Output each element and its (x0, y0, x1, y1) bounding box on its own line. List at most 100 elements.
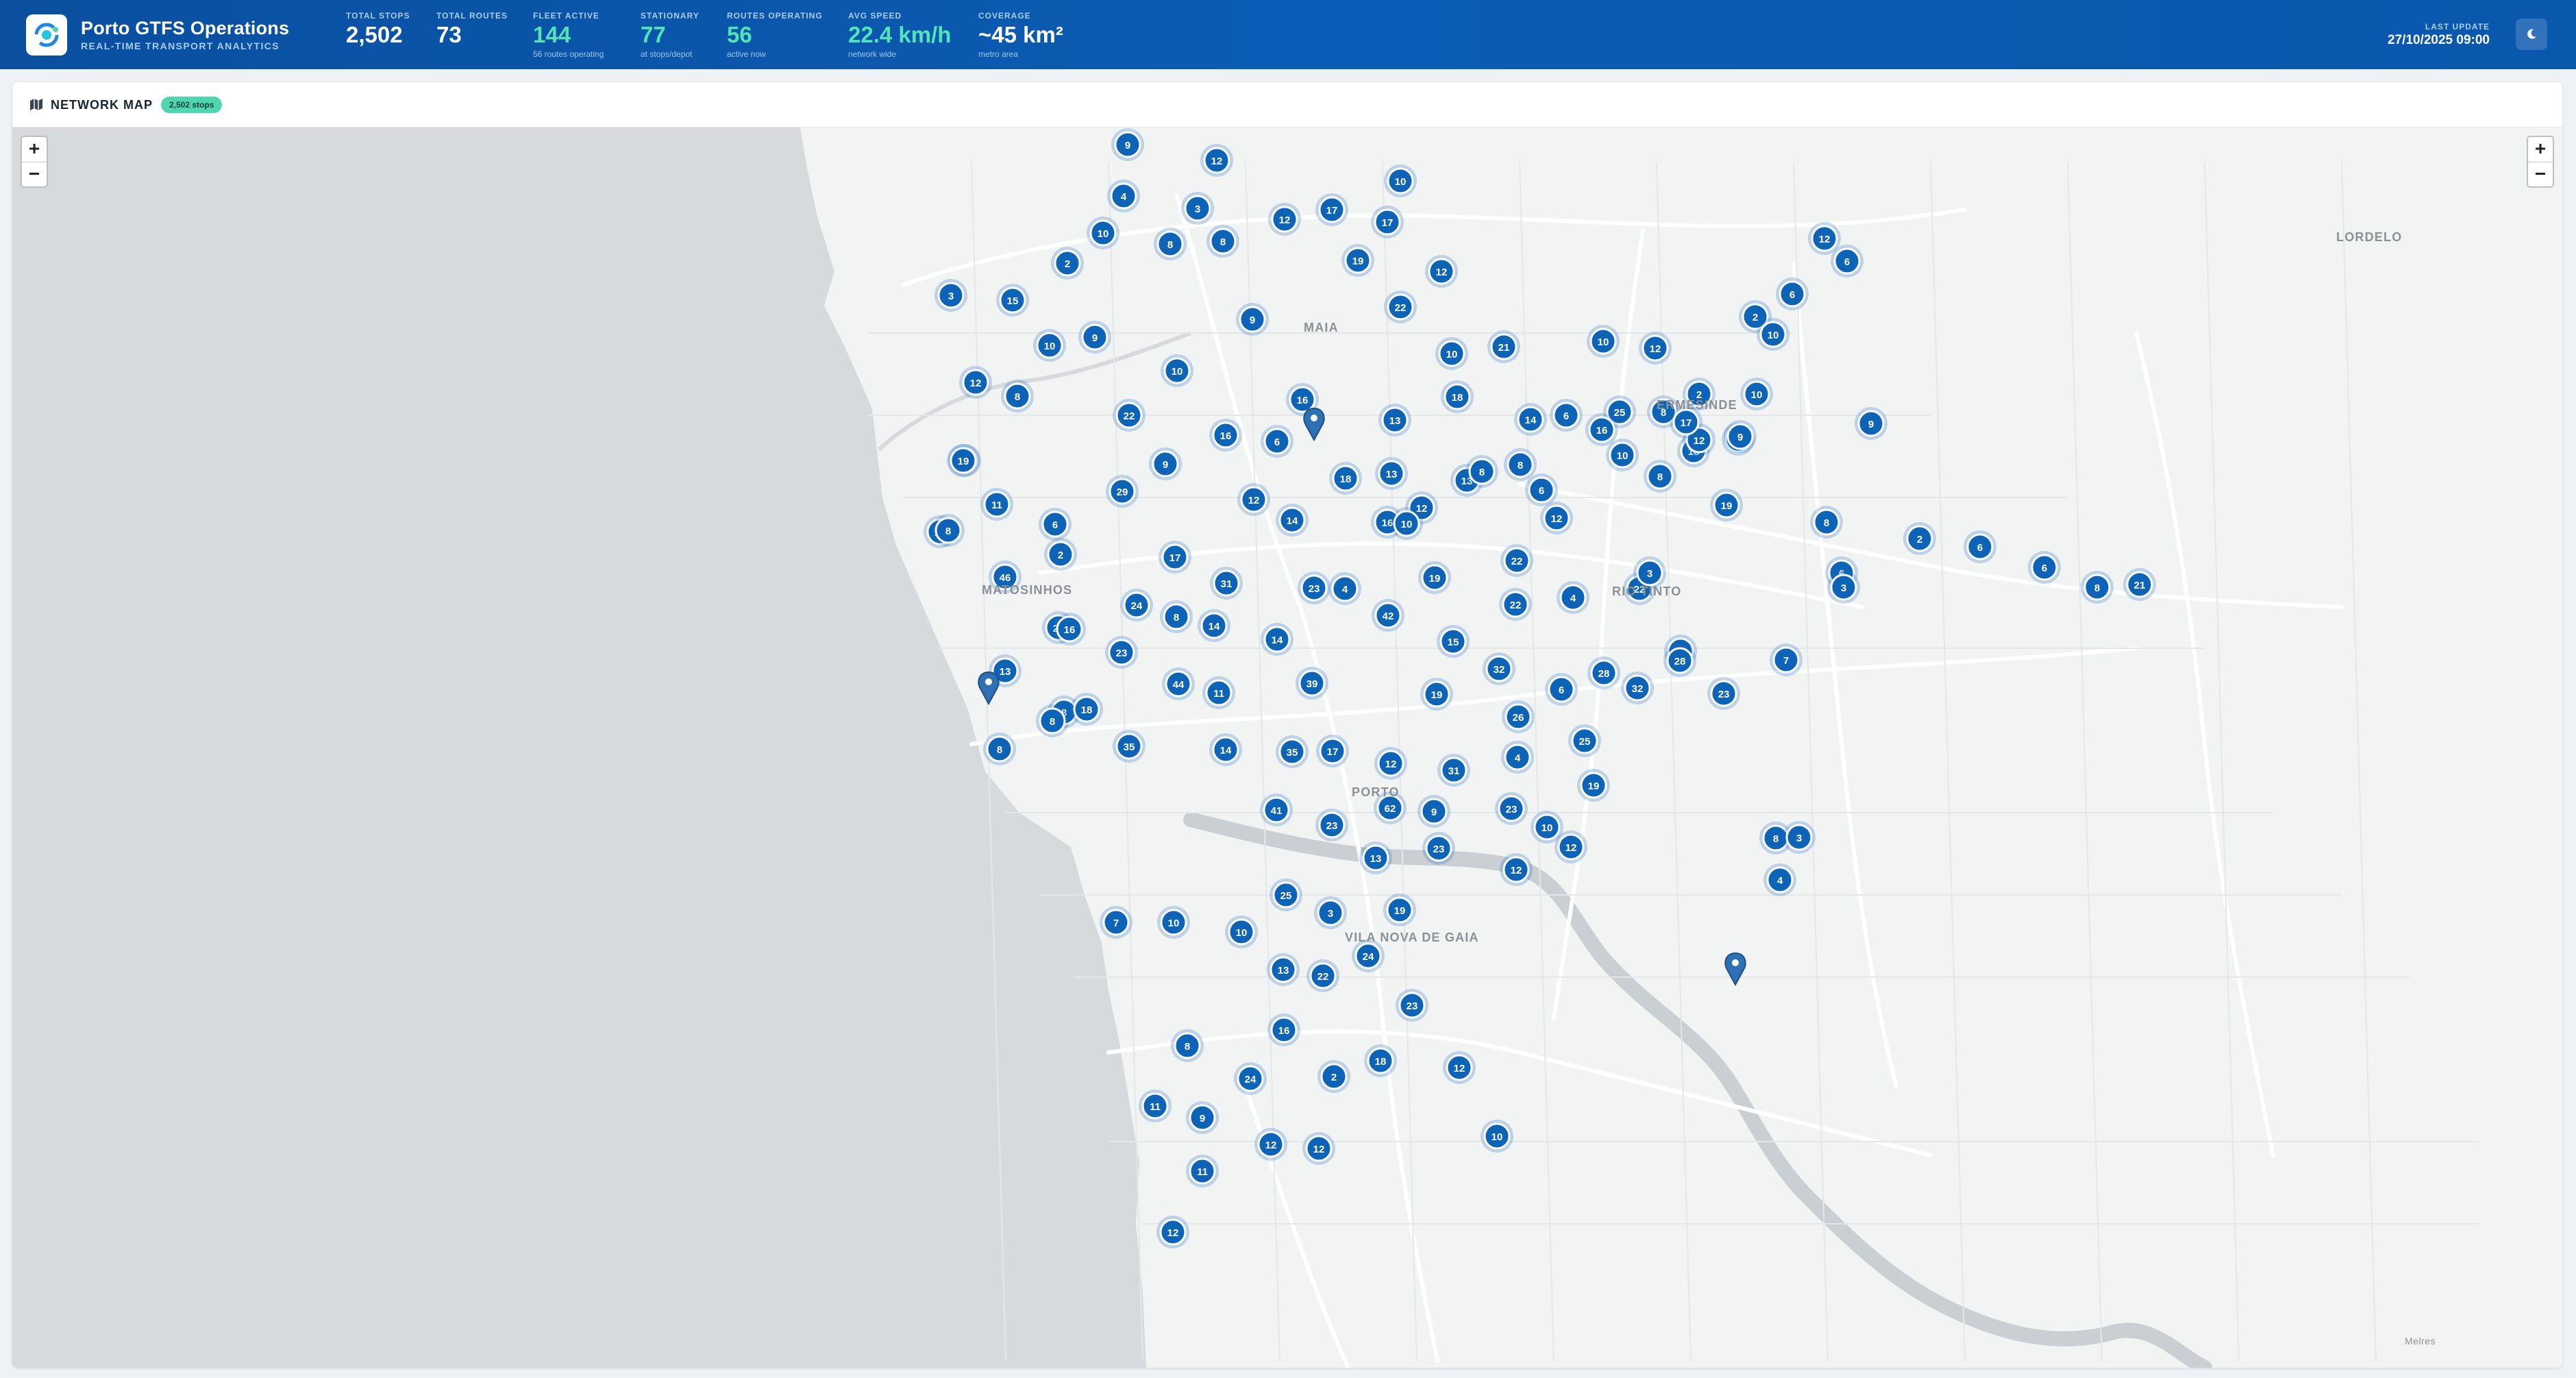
stop-cluster-marker[interactable]: 29 (1106, 475, 1139, 508)
stop-cluster-marker[interactable]: 11 (1186, 1155, 1219, 1188)
stop-cluster-marker[interactable]: 10 (1087, 217, 1119, 249)
stop-cluster-marker[interactable]: 2 (1317, 1060, 1350, 1093)
stop-cluster-marker[interactable]: 19 (1383, 894, 1416, 926)
stop-cluster-marker[interactable]: 8 (983, 733, 1016, 765)
stop-cluster-marker[interactable]: 19 (1420, 678, 1453, 711)
stop-cluster-marker[interactable]: 3 (1181, 192, 1214, 225)
stop-cluster-marker[interactable]: 2 (1051, 247, 1084, 280)
stop-cluster-marker[interactable]: 23 (1422, 832, 1455, 865)
stop-cluster-marker[interactable]: 17 (1371, 206, 1404, 238)
stop-cluster-marker[interactable]: 4 (1501, 741, 1534, 774)
theme-toggle-button[interactable] (2516, 19, 2547, 50)
stop-cluster-marker[interactable]: 10 (1157, 906, 1190, 939)
stop-cluster-marker[interactable]: 8 (1810, 506, 1843, 539)
stop-cluster-marker[interactable]: 25 (1568, 724, 1601, 757)
stop-cluster-marker[interactable]: 19 (1418, 561, 1451, 594)
stop-cluster-marker[interactable]: 39 (1296, 667, 1328, 700)
stop-cluster-marker[interactable]: 3 (1783, 821, 1816, 854)
stop-cluster-marker[interactable]: 17 (1316, 735, 1349, 767)
stop-cluster-marker[interactable]: 10 (1481, 1120, 1513, 1153)
stop-cluster-marker[interactable]: 18 (1070, 693, 1103, 726)
stop-cluster-marker[interactable]: 3 (1827, 571, 1860, 604)
zoom-in-button[interactable]: + (22, 137, 47, 162)
stop-cluster-marker[interactable]: 22 (1499, 588, 1532, 621)
map-pin-marker[interactable] (1724, 952, 1746, 987)
stop-cluster-marker[interactable]: 32 (1621, 672, 1654, 704)
stop-cluster-marker[interactable]: 7 (1770, 643, 1803, 676)
stop-cluster-marker[interactable]: 10 (1435, 337, 1468, 370)
stop-cluster-marker[interactable]: 23 (1315, 809, 1348, 841)
stop-cluster-marker[interactable]: 12 (1555, 831, 1587, 863)
stop-cluster-marker[interactable]: 8 (2081, 571, 2114, 604)
stop-cluster-marker[interactable]: 9 (1417, 795, 1450, 828)
stop-cluster-marker[interactable]: 8 (1154, 227, 1187, 260)
stop-cluster-marker[interactable]: 17 (1159, 541, 1191, 574)
stop-cluster-marker[interactable]: 18 (1364, 1044, 1397, 1077)
stop-cluster-marker[interactable]: 22 (1500, 544, 1533, 577)
stop-cluster-marker[interactable]: 9 (1186, 1101, 1219, 1134)
stop-cluster-marker[interactable]: 14 (1261, 623, 1293, 656)
stop-cluster-marker[interactable]: 24 (1120, 589, 1153, 622)
stop-cluster-marker[interactable]: 35 (1276, 735, 1309, 768)
stop-cluster-marker[interactable]: 12 (1425, 255, 1458, 288)
stop-cluster-marker[interactable]: 31 (1437, 754, 1470, 787)
stop-cluster-marker[interactable]: 12 (1254, 1128, 1287, 1161)
map-pin-marker[interactable] (1303, 407, 1325, 442)
stop-cluster-marker[interactable]: 4 (1557, 581, 1589, 614)
stop-cluster-marker[interactable]: 23 (1396, 989, 1428, 1022)
stop-cluster-marker[interactable]: 6 (1831, 245, 1863, 278)
stop-cluster-marker[interactable]: 19 (1710, 489, 1743, 521)
stop-cluster-marker[interactable]: 10 (1161, 354, 1193, 387)
stop-cluster-marker[interactable]: 28 (1587, 656, 1620, 689)
stop-cluster-marker[interactable]: 19 (947, 444, 980, 477)
stop-cluster-marker[interactable]: 14 (1209, 733, 1242, 766)
stop-cluster-marker[interactable]: 13 (1378, 404, 1411, 436)
stop-cluster-marker[interactable]: 11 (1139, 1090, 1172, 1122)
zoom-in-button[interactable]: + (2528, 137, 2553, 162)
stop-cluster-marker[interactable]: 9 (1724, 420, 1757, 453)
stop-cluster-marker[interactable]: 13 (1267, 953, 1300, 986)
stop-cluster-marker[interactable]: 10 (1384, 164, 1417, 197)
stop-cluster-marker[interactable]: 12 (1540, 502, 1573, 534)
stop-cluster-marker[interactable]: 8 (1036, 704, 1069, 737)
stop-cluster-marker[interactable]: 10 (1606, 439, 1639, 471)
stop-cluster-marker[interactable]: 23 (1707, 677, 1740, 710)
stop-cluster-marker[interactable]: 10 (1740, 378, 1773, 410)
stop-cluster-marker[interactable]: 12 (1374, 747, 1407, 780)
stop-cluster-marker[interactable]: 14 (1514, 403, 1547, 436)
stop-cluster-marker[interactable]: 8 (1644, 460, 1676, 493)
stop-cluster-marker[interactable]: 8 (1206, 225, 1239, 258)
stop-cluster-marker[interactable]: 8 (1160, 600, 1193, 633)
stop-cluster-marker[interactable]: 4 (1763, 863, 1796, 896)
stop-cluster-marker[interactable]: 25 (1270, 878, 1302, 911)
stop-cluster-marker[interactable]: 11 (1202, 676, 1235, 709)
stop-cluster-marker[interactable]: 35 (1113, 730, 1145, 763)
stop-cluster-marker[interactable]: 12 (1237, 483, 1270, 516)
stop-cluster-marker[interactable]: 12 (1639, 332, 1672, 365)
zoom-out-button[interactable]: − (22, 162, 47, 186)
stop-cluster-marker[interactable]: 15 (1437, 625, 1470, 658)
stop-cluster-marker[interactable]: 4 (1328, 572, 1361, 605)
stop-cluster-marker[interactable]: 22 (1113, 399, 1145, 432)
stop-cluster-marker[interactable]: 12 (1443, 1051, 1476, 1084)
stop-cluster-marker[interactable]: 2 (1903, 522, 1936, 555)
stop-cluster-marker[interactable]: 8 (1504, 448, 1537, 481)
stop-cluster-marker[interactable]: 16 (1209, 419, 1242, 452)
stop-cluster-marker[interactable]: 18 (1441, 380, 1474, 413)
stop-cluster-marker[interactable]: 13 (1375, 457, 1408, 490)
stop-cluster-marker[interactable]: 28 (1663, 644, 1696, 677)
stop-cluster-marker[interactable]: 7 (1100, 906, 1132, 939)
stop-cluster-marker[interactable]: 6 (1525, 473, 1558, 506)
stop-cluster-marker[interactable]: 19 (1341, 244, 1374, 277)
stop-cluster-marker[interactable]: 16 (1267, 1013, 1300, 1046)
stop-cluster-marker[interactable]: 18 (1329, 462, 1362, 495)
stop-cluster-marker[interactable]: 23 (1105, 636, 1138, 669)
stop-cluster-marker[interactable]: 6 (1545, 673, 1578, 706)
stop-cluster-marker[interactable]: 12 (1500, 853, 1533, 886)
stop-cluster-marker[interactable]: 8 (932, 514, 965, 547)
stop-cluster-marker[interactable]: 6 (1964, 530, 1996, 563)
stop-cluster-marker[interactable]: 23 (1495, 792, 1528, 825)
stop-cluster-marker[interactable]: 14 (1198, 609, 1230, 642)
stop-cluster-marker[interactable]: 3 (934, 279, 967, 312)
stop-cluster-marker[interactable]: 12 (959, 366, 992, 399)
